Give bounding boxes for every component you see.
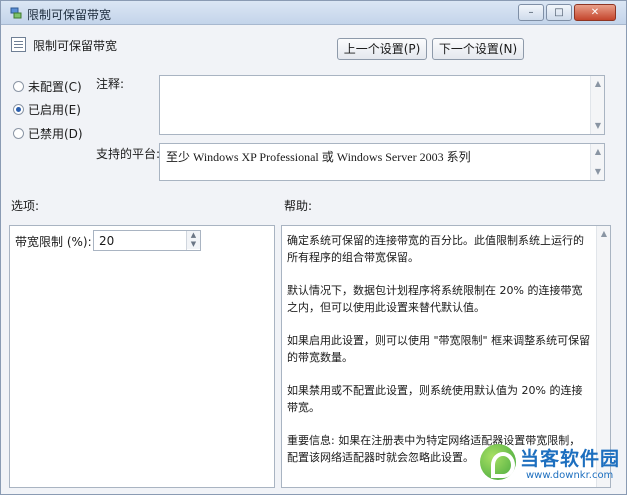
window-title: 限制可保留带宽 [27, 8, 112, 22]
scroll-up-arrow-icon[interactable]: ▲ [591, 146, 605, 158]
maximize-button[interactable]: □ [546, 4, 572, 21]
help-paragraph: 默认情况下，数据包计划程序将系统限制在 20% 的连接带宽之内，但可以使用此设置… [287, 284, 583, 314]
radio-circle[interactable] [13, 104, 24, 115]
bandwidth-limit-value[interactable]: 20 [99, 234, 114, 248]
close-button[interactable]: ✕ [574, 4, 616, 21]
previous-setting-button[interactable]: 上一个设置(P) [337, 38, 427, 60]
radio-label: 未配置(C) [28, 80, 82, 94]
help-paragraph: 如果禁用或不配置此设置，则系统使用默认值为 20% 的连接带宽。 [287, 384, 583, 414]
options-pane [9, 225, 275, 488]
comment-scrollbar[interactable]: ▲ ▼ [590, 76, 604, 134]
spin-up-icon[interactable]: ▲ [187, 231, 200, 240]
comment-textarea[interactable]: ▲ ▼ [159, 75, 605, 135]
platform-label: 支持的平台: [96, 147, 161, 161]
radio-label: 已禁用(D) [28, 127, 83, 141]
radio-enabled[interactable]: 已启用(E) [13, 101, 81, 118]
minimize-button[interactable]: – [518, 4, 544, 21]
network-bandwidth-icon [10, 7, 22, 19]
scroll-up-arrow-icon[interactable]: ▲ [591, 78, 605, 90]
site-watermark: 当客软件园 www.downkr.com [480, 442, 622, 488]
next-setting-button[interactable]: 下一个设置(N) [432, 38, 524, 60]
scroll-up-arrow-icon[interactable]: ▲ [597, 228, 611, 240]
scroll-down-arrow-icon[interactable]: ▼ [591, 120, 605, 132]
policy-setting-icon [11, 37, 26, 52]
setting-title: 限制可保留带宽 [33, 39, 118, 53]
bandwidth-limit-label: 带宽限制 (%): [15, 235, 92, 249]
radio-disabled[interactable]: 已禁用(D) [13, 125, 83, 142]
title-bar[interactable]: 限制可保留带宽 – □ ✕ [1, 1, 626, 25]
platform-field: 至少 Windows XP Professional 或 Windows Ser… [159, 143, 605, 181]
watermark-logo-icon [480, 444, 516, 480]
help-paragraph: 确定系统可保留的连接带宽的百分比。此值限制系统上运行的所有程序的组合带宽保留。 [287, 234, 584, 264]
watermark-title: 当客软件园 [520, 448, 621, 470]
spin-buttons[interactable]: ▲ ▼ [186, 231, 200, 250]
platform-scrollbar[interactable]: ▲ ▼ [590, 144, 604, 180]
spin-down-icon[interactable]: ▼ [187, 240, 200, 249]
help-paragraph: 如果启用此设置，则可以使用 "带宽限制" 框来调整系统可保留的带宽数量。 [287, 334, 591, 364]
window-controls: – □ ✕ [518, 4, 616, 21]
bandwidth-limit-spinbox[interactable]: 20 ▲ ▼ [93, 230, 201, 251]
radio-circle[interactable] [13, 81, 24, 92]
radio-circle[interactable] [13, 128, 24, 139]
scroll-down-arrow-icon[interactable]: ▼ [591, 166, 605, 178]
comment-label: 注释: [96, 77, 125, 91]
platform-value: 至少 Windows XP Professional 或 Windows Ser… [166, 150, 471, 164]
watermark-url: www.downkr.com [526, 470, 614, 481]
radio-not-configured[interactable]: 未配置(C) [13, 78, 82, 95]
dialog-content: 限制可保留带宽 上一个设置(P) 下一个设置(N) 未配置(C) 已启用(E) … [1, 25, 626, 494]
options-label: 选项: [11, 199, 40, 213]
help-label: 帮助: [284, 199, 313, 213]
radio-label: 已启用(E) [28, 103, 81, 117]
policy-window: 限制可保留带宽 – □ ✕ 限制可保留带宽 上一个设置(P) 下一个设置(N) … [0, 0, 627, 495]
